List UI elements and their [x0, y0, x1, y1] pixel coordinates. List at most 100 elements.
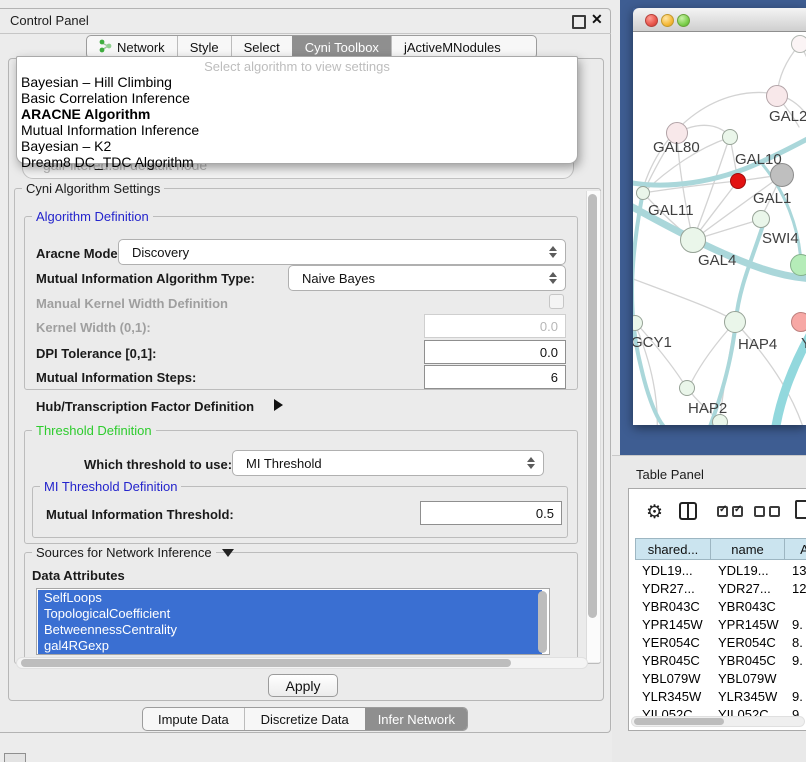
- unchecked-checkbox-icon[interactable]: [769, 506, 780, 517]
- network-node-gal2[interactable]: [766, 85, 788, 107]
- column-header[interactable]: shared...: [635, 538, 711, 560]
- checked-checkbox-icon[interactable]: [717, 506, 728, 517]
- tab-cyni-toolbox-label: Cyni Toolbox: [305, 40, 379, 55]
- close-window-icon[interactable]: [645, 14, 658, 27]
- table-row[interactable]: YBR045CYBR045C9.: [635, 653, 806, 668]
- attributes-scrollbar-thumb[interactable]: [538, 591, 547, 653]
- network-node-salmon[interactable]: [791, 312, 806, 332]
- tab-infer-network-label: Infer Network: [378, 712, 455, 727]
- column-header[interactable]: A: [785, 538, 806, 560]
- collapse-down-icon[interactable]: [222, 549, 234, 557]
- dropdown-item-highlighted[interactable]: ARACNE Algorithm: [21, 106, 150, 122]
- settings-hscrollbar-thumb[interactable]: [21, 659, 511, 667]
- node-label: SWI4: [762, 230, 799, 247]
- list-item-selected[interactable]: BetweennessCentrality: [38, 622, 542, 638]
- table-row[interactable]: YBR043CYBR043C: [635, 599, 806, 614]
- settings-scrollbar-thumb[interactable]: [588, 194, 597, 618]
- manual-kernel-width-checkbox[interactable]: [549, 294, 564, 309]
- cell: 9.: [785, 689, 806, 704]
- unchecked-checkbox-icon[interactable]: [754, 506, 765, 517]
- node-label: GAL10: [735, 151, 782, 168]
- network-icon: [99, 39, 112, 56]
- list-item-selected[interactable]: TopologicalCoefficient: [38, 606, 542, 622]
- tab-network-label: Network: [117, 40, 165, 55]
- table-row[interactable]: YBL079WYBL079W: [635, 671, 806, 686]
- collapsed-panel-button[interactable]: [4, 753, 26, 762]
- zoom-window-icon[interactable]: [677, 14, 690, 27]
- network-node-hap2[interactable]: [679, 380, 695, 396]
- columns-icon[interactable]: [679, 502, 697, 520]
- tab-select[interactable]: Select: [231, 36, 292, 58]
- kernel-width-field[interactable]: 0.0: [424, 314, 566, 338]
- mi-algorithm-type-value: Naive Bayes: [302, 271, 375, 286]
- tab-cyni-toolbox[interactable]: Cyni Toolbox: [292, 36, 391, 58]
- network-node-gal11[interactable]: [636, 186, 650, 200]
- gear-icon[interactable]: ⚙: [646, 501, 663, 524]
- hub-section-label[interactable]: Hub/Transcription Factor Definition: [36, 399, 254, 414]
- data-attributes-label: Data Attributes: [32, 568, 125, 583]
- sources-title[interactable]: Sources for Network Inference: [32, 545, 216, 560]
- mi-steps-field[interactable]: 6: [424, 365, 566, 389]
- network-node-gal10[interactable]: [722, 129, 738, 145]
- network-node-gal4[interactable]: [680, 227, 706, 253]
- manual-kernel-width-label: Manual Kernel Width Definition: [36, 296, 228, 311]
- mutual-information-threshold-field[interactable]: 0.5: [420, 501, 562, 525]
- list-item-selected[interactable]: SelfLoops: [38, 590, 542, 606]
- tab-network[interactable]: Network: [87, 36, 177, 58]
- screenshot-root: Control Panel ✕ Network Style Select Cyn…: [0, 0, 806, 762]
- document-icon[interactable]: [795, 500, 806, 519]
- checked-checkbox-icon[interactable]: [732, 506, 743, 517]
- mi-threshold-definition-title: MI Threshold Definition: [40, 479, 181, 494]
- table-row[interactable]: YDL19...YDL19...13: [635, 563, 806, 578]
- network-node-hap4[interactable]: [724, 311, 746, 333]
- float-window-icon[interactable]: [572, 15, 586, 29]
- settings-horizontal-scrollbar[interactable]: [16, 657, 588, 669]
- apply-button[interactable]: Apply: [268, 674, 338, 697]
- node-label: GCY1: [633, 334, 672, 351]
- list-item-selected[interactable]: gal4RGexp: [38, 638, 542, 654]
- minimize-window-icon[interactable]: [661, 14, 674, 27]
- dropdown-item[interactable]: Dream8 DC_TDC Algorithm: [21, 154, 194, 170]
- cell: YBR045C: [635, 653, 711, 668]
- cell: 8.: [785, 635, 806, 650]
- network-window-titlebar[interactable]: [633, 8, 806, 32]
- settings-vertical-scrollbar[interactable]: [586, 191, 601, 662]
- data-attributes-list[interactable]: SelfLoops TopologicalCoefficient Between…: [36, 588, 550, 655]
- tab-jactivemnodules[interactable]: jActiveMNodules: [391, 36, 513, 58]
- network-node[interactable]: [791, 35, 806, 53]
- threshold-definition-title: Threshold Definition: [32, 423, 156, 438]
- dpi-tolerance-field[interactable]: 0.0: [424, 340, 566, 364]
- table-row[interactable]: YDR27...YDR27...12: [635, 581, 806, 596]
- network-node-selected-red[interactable]: [730, 173, 746, 189]
- table-hscrollbar-thumb[interactable]: [634, 718, 724, 725]
- cyni-algorithm-settings-title: Cyni Algorithm Settings: [22, 181, 164, 196]
- aracne-mode-combo[interactable]: Discovery: [118, 239, 566, 265]
- algorithm-dropdown-popup: Select algorithm to view settings Bayesi…: [16, 56, 578, 164]
- column-header[interactable]: name: [711, 538, 785, 560]
- table-row[interactable]: YLR345WYLR345W9.: [635, 689, 806, 704]
- network-node-bright-green[interactable]: [790, 254, 806, 276]
- network-node-gal1[interactable]: [752, 210, 770, 228]
- cell: 13: [785, 563, 806, 578]
- mi-algorithm-type-label: Mutual Information Algorithm Type:: [36, 271, 255, 286]
- tab-select-label: Select: [244, 40, 280, 55]
- dropdown-item[interactable]: Basic Correlation Inference: [21, 90, 190, 106]
- tab-infer-network[interactable]: Infer Network: [365, 708, 467, 730]
- mi-algorithm-type-combo[interactable]: Naive Bayes: [288, 265, 566, 291]
- dropdown-item[interactable]: Mutual Information Inference: [21, 122, 199, 138]
- tab-impute-data[interactable]: Impute Data: [143, 708, 244, 730]
- expand-right-icon[interactable]: [274, 399, 283, 411]
- dropdown-item[interactable]: Bayesian – Hill Climbing: [21, 74, 172, 90]
- close-window-icon[interactable]: ✕: [591, 11, 603, 28]
- table-row[interactable]: YPR145WYPR145W9.: [635, 617, 806, 632]
- tab-discretize-data[interactable]: Discretize Data: [244, 708, 365, 730]
- tab-style[interactable]: Style: [177, 36, 231, 58]
- network-canvas[interactable]: GAL2 GAL80 GAL10 GAL1 SWI4 GAL11 GAL4 GC…: [633, 32, 806, 425]
- dropdown-item[interactable]: Bayesian – K2: [21, 138, 111, 154]
- table-horizontal-scrollbar[interactable]: [631, 716, 805, 727]
- combo-stepper-icon: [549, 246, 557, 258]
- which-threshold-combo[interactable]: MI Threshold: [232, 450, 544, 476]
- cell: YPR145W: [711, 617, 785, 632]
- table-row[interactable]: YER054CYER054C8.: [635, 635, 806, 650]
- tab-jactivemnodules-label: jActiveMNodules: [404, 40, 501, 55]
